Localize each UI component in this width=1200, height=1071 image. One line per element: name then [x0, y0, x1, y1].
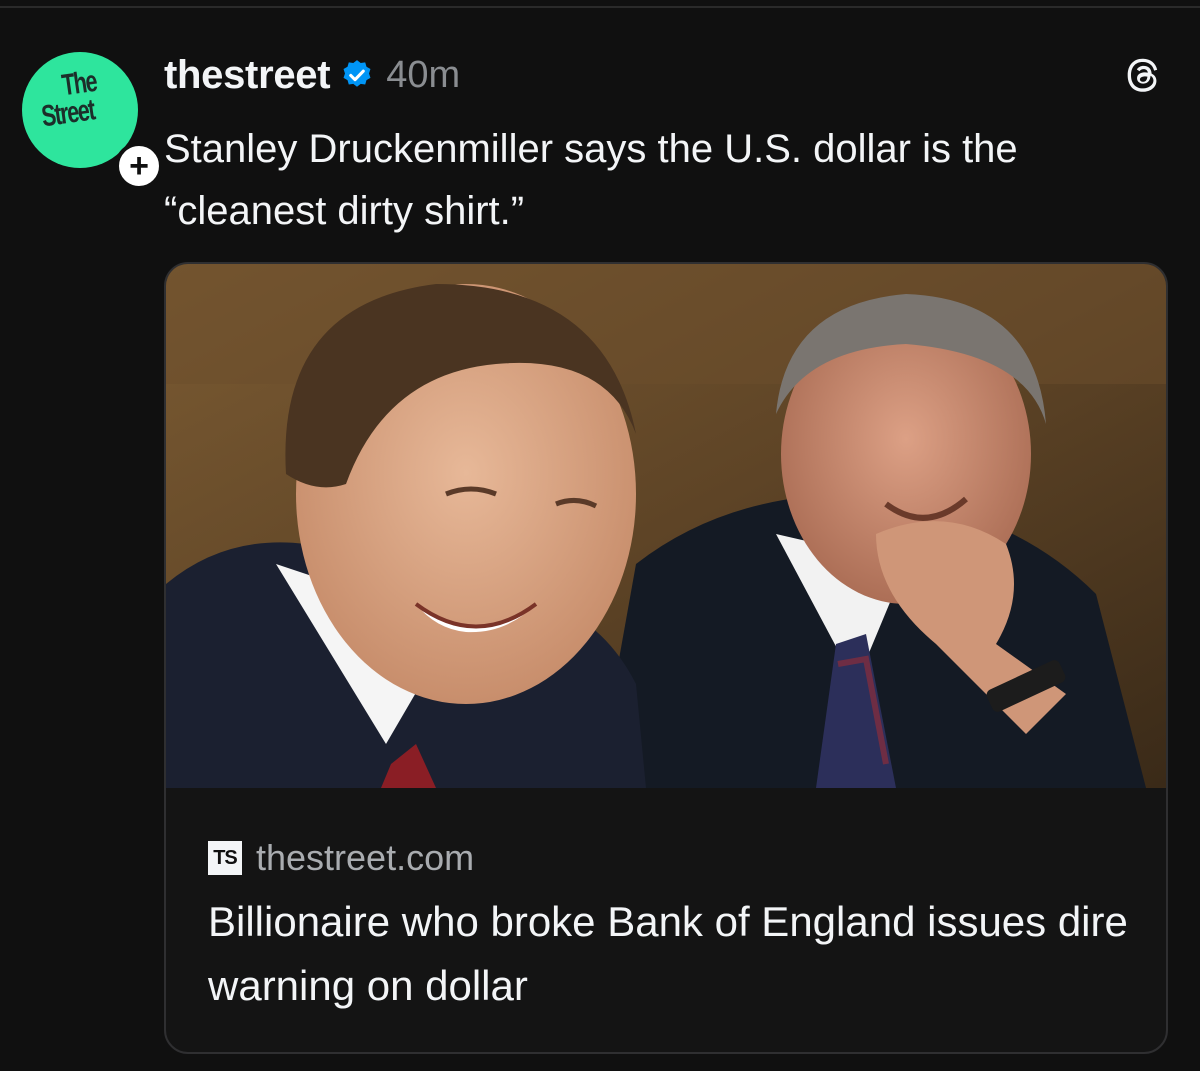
avatar-logo-text: The Street	[36, 65, 102, 134]
link-source: TS thestreet.com	[208, 837, 475, 878]
link-domain: thestreet.com	[256, 837, 475, 878]
post-timestamp: 40m	[386, 53, 461, 96]
author-avatar[interactable]: The Street +	[22, 52, 163, 190]
verified-badge-icon	[343, 60, 371, 87]
post-text: Stanley Druckenmiller says the U.S. doll…	[164, 127, 1018, 233]
top-divider	[0, 6, 1200, 8]
article-photo[interactable]	[166, 264, 1166, 788]
threads-logo-icon[interactable]	[1120, 52, 1166, 98]
link-headline[interactable]: Billionaire who broke Bank of England is…	[208, 890, 1128, 1018]
follow-plus-icon[interactable]: +	[115, 142, 163, 190]
avatar-logo-line2: Street	[39, 93, 97, 134]
site-logo-icon: TS	[208, 841, 242, 875]
username-link[interactable]: thestreet	[164, 53, 331, 98]
link-preview-card[interactable]: TS thestreet.com Billionaire who broke B…	[164, 262, 1168, 1054]
post-header: thestreet 40m	[164, 52, 460, 98]
